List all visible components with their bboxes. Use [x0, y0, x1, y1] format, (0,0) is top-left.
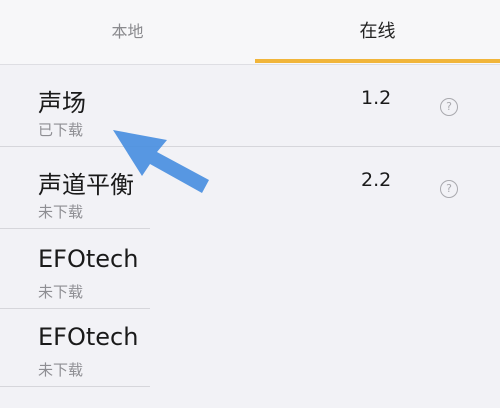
item-status: 未下载: [38, 283, 84, 301]
help-glyph: ?: [446, 182, 452, 195]
item-title: EFOtech: [38, 323, 139, 351]
help-icon[interactable]: ?: [440, 180, 458, 198]
help-icon[interactable]: ?: [440, 98, 458, 116]
item-version: 2.2: [361, 169, 392, 191]
list-item[interactable]: EFOtech 未下载: [0, 227, 500, 309]
tab-bar: 本地 在线: [0, 0, 500, 65]
item-title: 声场: [38, 89, 86, 117]
divider: [0, 386, 150, 387]
list-item[interactable]: EFOtech 未下载: [0, 305, 500, 387]
help-glyph: ?: [446, 100, 452, 113]
item-status: 未下载: [38, 203, 84, 221]
item-status: 已下载: [38, 121, 84, 139]
list-item[interactable]: 声道平衡 未下载 2.2 ?: [0, 147, 500, 229]
tab-local[interactable]: 本地: [0, 0, 255, 62]
list-item[interactable]: 声场 已下载 1.2 ?: [0, 65, 500, 147]
active-tab-indicator: [255, 59, 500, 63]
item-title: 声道平衡: [38, 171, 134, 199]
item-version: 1.2: [361, 87, 392, 109]
item-title: EFOtech: [38, 245, 139, 273]
tab-online[interactable]: 在线: [255, 0, 500, 62]
item-status: 未下载: [38, 361, 84, 379]
